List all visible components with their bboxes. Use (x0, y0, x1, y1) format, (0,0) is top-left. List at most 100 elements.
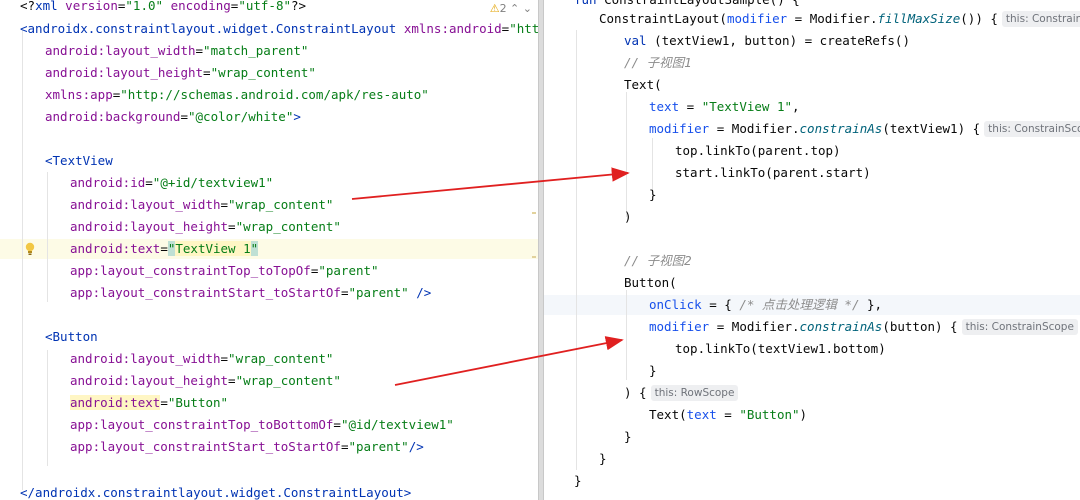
indent-guide (22, 30, 23, 490)
code-token: /> (408, 285, 432, 300)
code-token: } (599, 451, 607, 466)
code-line: Text(text = "Button") (649, 405, 807, 425)
inlay-hint: this: ConstraintLayoutScope (1001, 11, 1080, 27)
code-line: <androidx.constraintlayout.widget.Constr… (20, 19, 538, 39)
code-token: android:background (45, 109, 181, 124)
code-token: modifier (649, 319, 710, 334)
code-token: encoding (170, 0, 231, 13)
code-line: android:layout_height="wrap_content" (45, 63, 316, 83)
gutter-change-marker (532, 212, 536, 214)
indent-guide (47, 172, 48, 302)
warning-indicator[interactable]: ⚠2 ⌃ ⌄ (490, 2, 532, 15)
code-token: } (624, 429, 632, 444)
code-line: </androidx.constraintlayout.widget.Const… (20, 483, 411, 500)
indent-guide (626, 92, 627, 217)
code-token: ConstraintLayout( (599, 11, 727, 26)
code-line: top.linkTo(parent.top) (675, 141, 841, 161)
code-token: = (220, 197, 229, 212)
code-line: android:layout_width="wrap_content" (70, 349, 333, 369)
code-token: start.linkTo(parent.start) (675, 165, 871, 180)
code-token: Button( (624, 275, 677, 290)
code-token: = (716, 407, 740, 422)
code-token: } (574, 473, 582, 488)
code-token: = (228, 219, 236, 234)
code-line: android:layout_width="match_parent" (45, 41, 308, 61)
code-token: " (250, 241, 259, 256)
code-line: android:layout_height="wrap_content" (70, 371, 341, 391)
code-token: = (228, 373, 236, 388)
code-line: android:text="Button" (70, 393, 228, 413)
code-token: fillMaxSize (877, 11, 961, 26)
code-line: <?xml version="1.0" encoding="utf-8"?> (20, 0, 306, 16)
code-token: "1.0" (125, 0, 164, 13)
xml-editor-pane[interactable]: ⚠2 ⌃ ⌄ <?xml version="1.0" encoding="utf… (0, 0, 538, 500)
code-token: "wrap_content" (228, 351, 334, 366)
code-line: start.linkTo(parent.start) (675, 163, 871, 183)
code-token: ) (624, 209, 632, 224)
gutter-change-marker (532, 256, 536, 258)
code-token: "utf-8" (238, 0, 291, 13)
code-token: "@id/textview1" (340, 417, 454, 432)
code-token: android:layout_height (70, 373, 229, 388)
code-line: } (649, 185, 657, 205)
code-token: "Button" (167, 395, 229, 410)
code-token: (button) { (882, 319, 958, 334)
code-token: modifier (649, 121, 710, 136)
code-token: TextView 1 (175, 241, 251, 256)
code-line: } (599, 449, 607, 469)
lightbulb-icon[interactable] (24, 242, 36, 256)
code-token: "http://schemas.android.com/apk/res-auto… (120, 87, 429, 102)
indent-guide (47, 350, 48, 466)
code-token: <TextView (45, 153, 113, 168)
code-line: <Button (45, 327, 98, 347)
code-token: modifier (726, 11, 788, 26)
code-token: "parent" (348, 285, 409, 300)
code-token: "TextView 1" (701, 99, 792, 114)
code-token: "match_parent" (203, 43, 309, 58)
code-token: = (679, 99, 702, 114)
code-token: = { (701, 297, 740, 312)
code-token: Text( (649, 407, 687, 422)
code-token: "parent" (318, 263, 379, 278)
code-token: > (293, 109, 301, 124)
code-token: /> (408, 439, 424, 454)
code-token: "wrap_content" (235, 219, 341, 234)
code-line: <TextView (45, 151, 113, 171)
code-token: = Modifier. (787, 11, 878, 26)
code-line: top.linkTo(textView1.bottom) (675, 339, 886, 359)
code-token: = (160, 395, 168, 410)
code-line: ConstraintLayout(modifier = Modifier.fil… (599, 9, 1080, 29)
code-line: app:layout_constraintStart_toStartOf="pa… (70, 283, 431, 303)
code-line: Button( (624, 273, 677, 293)
code-line: app:layout_constraintTop_toTopOf="parent… (70, 261, 379, 281)
code-token: = (160, 241, 168, 256)
inlay-hint: this: ConstrainScope (984, 121, 1080, 137)
code-token: (textView1, button) = createRefs() (654, 33, 910, 48)
code-token: = Modifier. (709, 319, 800, 334)
code-token: top.linkTo(textView1.bottom) (675, 341, 886, 356)
code-token: // 子视图1 (624, 55, 692, 70)
indent-guide (626, 290, 627, 380)
code-token: android:layout_width (70, 197, 221, 212)
code-token: = (220, 351, 229, 366)
code-token: onClick (649, 297, 702, 312)
code-token: top.linkTo(parent.top) (675, 143, 841, 158)
indent-guide (576, 30, 577, 470)
code-line: val (textView1, button) = createRefs() (624, 31, 910, 51)
code-line: android:layout_height="wrap_content" (70, 217, 341, 237)
code-line: // 子视图1 (624, 53, 692, 73)
code-token: fun (574, 0, 604, 7)
code-token: = (203, 65, 211, 80)
code-token: "wrap_content" (235, 373, 341, 388)
compose-editor-pane[interactable]: fun ConstraintLayoutSample() {Constraint… (544, 0, 1080, 500)
code-token: = (180, 109, 188, 124)
code-token: Text( (624, 77, 662, 92)
code-token: , (792, 99, 800, 114)
inlay-hint: this: ConstrainScope (961, 319, 1078, 335)
code-token: "http://schemas.android.com/apk/res/andr… (509, 21, 538, 36)
code-token: </androidx.constraintlayout.widget.Const… (20, 485, 412, 500)
code-token: constrainAs (799, 121, 883, 136)
code-line: ) {this: RowScope (624, 383, 739, 403)
code-token: /* 点击处理逻辑 */ (739, 297, 860, 312)
